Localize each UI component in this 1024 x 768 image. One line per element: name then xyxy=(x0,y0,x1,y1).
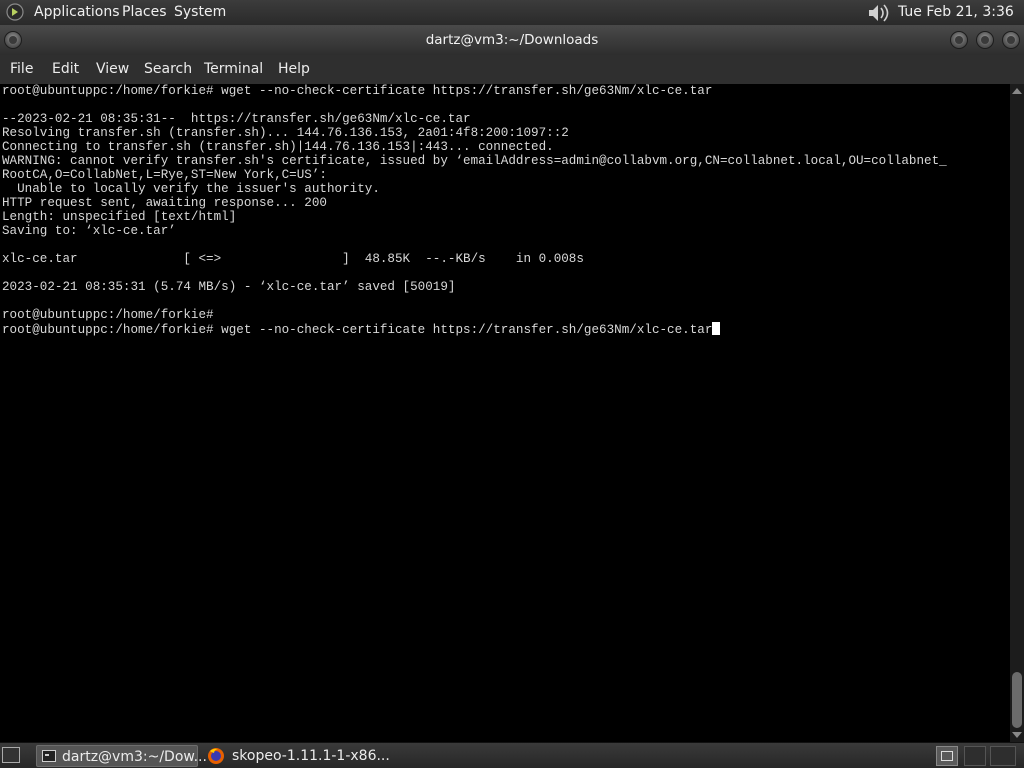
terminal-line: WARNING: cannot verify transfer.sh's cer… xyxy=(2,154,947,168)
workspace-2[interactable] xyxy=(964,746,986,766)
menu-file[interactable]: File xyxy=(10,55,33,84)
taskbar-item-terminal[interactable]: dartz@vm3:~/Dow... xyxy=(36,745,207,767)
bottom-panel: dartz@vm3:~/Dow... skopeo-1.11.1-1-x86..… xyxy=(0,742,1024,768)
terminal-line: root@ubuntuppc:/home/forkie# xyxy=(2,308,214,322)
terminal-output[interactable]: root@ubuntuppc:/home/forkie# wget --no-c… xyxy=(0,84,1010,742)
window-title: dartz@vm3:~/Downloads xyxy=(425,32,599,48)
menu-edit[interactable]: Edit xyxy=(52,55,79,84)
menubar: File Edit View Search Terminal Help xyxy=(0,55,1024,84)
terminal-scrollbar[interactable] xyxy=(1010,84,1024,742)
menu-view[interactable]: View xyxy=(96,55,129,84)
firefox-icon xyxy=(208,748,224,764)
volume-icon[interactable] xyxy=(864,2,890,24)
minimize-button[interactable] xyxy=(950,31,968,49)
system-menu[interactable]: System xyxy=(174,0,226,25)
terminal-input-line[interactable]: root@ubuntuppc:/home/forkie# wget --no-c… xyxy=(2,323,712,337)
workspace-3[interactable] xyxy=(990,746,1016,766)
gnome-foot-icon[interactable] xyxy=(6,3,24,21)
taskbar-item-firefox[interactable]: skopeo-1.11.1-1-x86... xyxy=(202,745,392,767)
terminal-line: xlc-ce.tar [ <=> ] 48.85K --.-KB/s in 0.… xyxy=(2,252,584,266)
terminal-line: Unable to locally verify the issuer's au… xyxy=(2,182,380,196)
terminal-line: root@ubuntuppc:/home/forkie# wget --no-c… xyxy=(2,84,713,98)
window-titlebar[interactable]: dartz@vm3:~/Downloads xyxy=(0,25,1024,55)
maximize-button[interactable] xyxy=(976,31,994,49)
top-panel: Applications Places System Tue Feb 21, 3… xyxy=(0,0,1024,45)
applications-menu[interactable]: Applications xyxy=(34,0,120,25)
terminal-line: --2023-02-21 08:35:31-- https://transfer… xyxy=(2,112,471,126)
text-cursor xyxy=(712,322,721,335)
terminal-line: Connecting to transfer.sh (transfer.sh)|… xyxy=(2,140,554,154)
workspace-1[interactable] xyxy=(936,746,958,766)
terminal-line: Saving to: ‘xlc-ce.tar’ xyxy=(2,224,176,238)
scrollbar-thumb[interactable] xyxy=(1012,672,1022,728)
places-menu[interactable]: Places xyxy=(122,0,167,25)
menu-terminal[interactable]: Terminal xyxy=(204,55,263,84)
menu-help[interactable]: Help xyxy=(278,55,310,84)
terminal-line: RootCA,O=CollabNet,L=Rye,ST=New York,C=U… xyxy=(2,168,327,182)
terminal-line: 2023-02-21 08:35:31 (5.74 MB/s) - ‘xlc-c… xyxy=(2,280,456,294)
menu-search[interactable]: Search xyxy=(144,55,192,84)
terminal-icon xyxy=(42,750,56,762)
clock[interactable]: Tue Feb 21, 3:36 AM xyxy=(898,0,1024,45)
taskbar-item-label: dartz@vm3:~/Dow... xyxy=(62,749,207,765)
terminal-line: Resolving transfer.sh (transfer.sh)... 1… xyxy=(2,126,569,140)
show-desktop-button[interactable] xyxy=(2,747,20,763)
terminal-line: HTTP request sent, awaiting response... … xyxy=(2,196,327,210)
scroll-down-icon[interactable] xyxy=(1012,732,1022,738)
terminal-line: Length: unspecified [text/html] xyxy=(2,210,237,224)
close-button[interactable] xyxy=(1002,31,1020,49)
taskbar-item-label: skopeo-1.11.1-1-x86... xyxy=(232,748,390,764)
scroll-up-icon[interactable] xyxy=(1012,88,1022,94)
